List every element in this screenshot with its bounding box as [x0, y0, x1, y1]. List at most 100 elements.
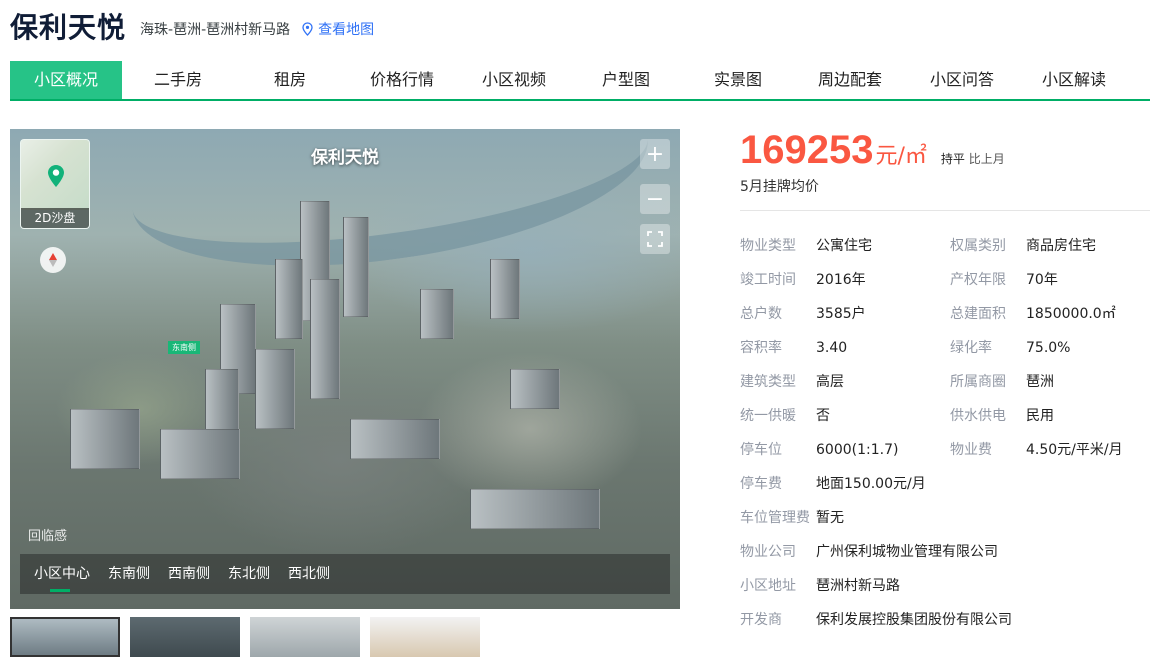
- info-row: 总户数 3585户 总建面积 1850000.0㎡: [740, 297, 1150, 331]
- info-key: 停车位: [740, 442, 782, 458]
- info-key: 竣工时间: [740, 272, 796, 288]
- average-price: 169253: [740, 128, 874, 172]
- price-block: 169253 元/㎡ 持平 比上月: [740, 128, 1005, 173]
- info-value: 70年: [1026, 272, 1058, 288]
- price-trend: 持平 比上月: [941, 150, 1005, 167]
- info-key: 统一供暖: [740, 408, 796, 424]
- compass-needle-icon: [49, 253, 57, 267]
- info-row: 停车费 地面150.00元/月: [740, 467, 1150, 501]
- tab-overview[interactable]: 小区概况: [10, 61, 122, 99]
- info-key: 物业公司: [740, 544, 796, 560]
- zoom-out-button[interactable]: −: [640, 184, 670, 214]
- map-pin-icon: [48, 165, 64, 187]
- info-value: 暂无: [816, 510, 844, 526]
- info-value: 地面150.00元/月: [816, 476, 926, 492]
- info-key: 物业类型: [740, 238, 796, 254]
- info-value: 琶洲: [1026, 374, 1054, 390]
- tower: [160, 429, 240, 479]
- tab-floor-plan[interactable]: 户型图: [570, 61, 682, 99]
- tab-surroundings[interactable]: 周边配套: [794, 61, 906, 99]
- sandbox-2d-button[interactable]: 2D沙盘: [20, 139, 90, 229]
- view-option-northeast[interactable]: 东北侧: [228, 554, 270, 594]
- trend-compare: 比上月: [968, 152, 1005, 166]
- info-key: 容积率: [740, 340, 782, 356]
- info-row: 物业类型 公寓住宅 权属类别 商品房住宅: [740, 229, 1150, 263]
- tab-rent[interactable]: 租房: [234, 61, 346, 99]
- info-value: 6000(1:1.7): [816, 442, 899, 458]
- compass-icon[interactable]: [40, 247, 66, 273]
- price-unit: 元/㎡: [875, 144, 927, 169]
- info-key: 小区地址: [740, 578, 796, 594]
- info-row: 物业公司 广州保利城物业管理有限公司: [740, 535, 1150, 569]
- info-value: 3.40: [816, 340, 848, 356]
- tower: [70, 409, 140, 469]
- tower: [490, 259, 520, 319]
- tower: [420, 289, 454, 339]
- tab-video[interactable]: 小区视频: [458, 61, 570, 99]
- view-map-label: 查看地图: [318, 22, 375, 38]
- tower: [275, 259, 303, 339]
- info-value: 3585户: [816, 306, 866, 322]
- tower: [310, 279, 340, 399]
- zoom-in-button[interactable]: +: [640, 139, 670, 169]
- info-row: 建筑类型 高层 所属商圈 琶洲: [740, 365, 1150, 399]
- aerial-view[interactable]: 东南侧 保利天悦 2D沙盘 + − 回临感 小区中心 东南侧 西南侧 东北侧 西…: [10, 129, 680, 609]
- thumbnail-strip: [10, 617, 480, 657]
- info-value: 民用: [1026, 408, 1054, 424]
- info-row: 开发商 保利发展控股集团股份有限公司: [740, 603, 1150, 637]
- building-tag: 东南侧: [168, 341, 200, 354]
- info-key: 建筑类型: [740, 374, 796, 390]
- info-key: 车位管理费: [740, 510, 810, 526]
- info-key: 所属商圈: [950, 374, 1006, 390]
- info-value: 1850000.0㎡: [1026, 306, 1116, 322]
- thumbnail-image[interactable]: [130, 617, 240, 657]
- community-address: 海珠-琶洲-琶洲村新马路: [140, 22, 291, 38]
- page-title: 保利天悦: [10, 11, 127, 44]
- view-option-southeast[interactable]: 东南侧: [108, 554, 150, 594]
- tab-qa[interactable]: 小区问答: [906, 61, 1018, 99]
- thumbnail-image[interactable]: [370, 617, 480, 657]
- info-value: 商品房住宅: [1026, 238, 1096, 254]
- info-row: 小区地址 琶洲村新马路: [740, 569, 1150, 603]
- tower: [470, 489, 600, 529]
- tower: [343, 217, 369, 317]
- info-key: 总户数: [740, 306, 782, 322]
- info-row: 容积率 3.40 绿化率 75.0%: [740, 331, 1150, 365]
- aerial-title: 保利天悦: [311, 148, 379, 168]
- thumbnail-image[interactable]: [250, 617, 360, 657]
- info-value: 75.0%: [1026, 340, 1071, 356]
- thumbnail-image[interactable]: [10, 617, 120, 657]
- community-info: 物业类型 公寓住宅 权属类别 商品房住宅 竣工时间 2016年 产权年限 70年 总户数…: [740, 229, 1150, 637]
- fullscreen-button[interactable]: [640, 224, 670, 254]
- tab-analysis[interactable]: 小区解读: [1018, 61, 1130, 99]
- info-value: 2016年: [816, 272, 866, 288]
- fullscreen-icon: [647, 231, 663, 247]
- view-map-link[interactable]: 查看地图: [302, 19, 374, 39]
- info-value: 高层: [816, 374, 844, 390]
- info-row: 停车位 6000(1:1.7) 物业费 4.50元/平米/月: [740, 433, 1150, 467]
- view-option-southwest[interactable]: 西南侧: [168, 554, 210, 594]
- info-key: 物业费: [950, 442, 992, 458]
- view-option-northwest[interactable]: 西北侧: [288, 554, 330, 594]
- tab-photos[interactable]: 实景图: [682, 61, 794, 99]
- community-tabs: 小区概况 二手房 租房 价格行情 小区视频 户型图 实景图 周边配套 小区问答 …: [10, 61, 1150, 101]
- tower: [255, 349, 295, 429]
- divider: [740, 210, 1150, 211]
- info-key: 产权年限: [950, 272, 1006, 288]
- tab-price-trend[interactable]: 价格行情: [346, 61, 458, 99]
- tab-second-hand[interactable]: 二手房: [122, 61, 234, 99]
- sandbox-label: 2D沙盘: [21, 208, 89, 228]
- info-value: 4.50元/平米/月: [1026, 442, 1123, 458]
- info-key: 绿化率: [950, 340, 992, 356]
- info-value: 否: [816, 408, 830, 424]
- view-option-center[interactable]: 小区中心: [34, 554, 90, 594]
- tower: [350, 419, 440, 459]
- tower: [510, 369, 560, 409]
- trend-flat: 持平: [940, 152, 965, 166]
- info-value: 保利发展控股集团股份有限公司: [816, 612, 1012, 628]
- page-header: 保利天悦 海珠-琶洲-琶洲村新马路 查看地图: [10, 8, 374, 44]
- info-row: 车位管理费 暂无: [740, 501, 1150, 535]
- view-angle-bar: 小区中心 东南侧 西南侧 东北侧 西北侧: [20, 554, 670, 594]
- info-key: 权属类别: [950, 238, 1006, 254]
- watermark: 回临感: [28, 529, 68, 544]
